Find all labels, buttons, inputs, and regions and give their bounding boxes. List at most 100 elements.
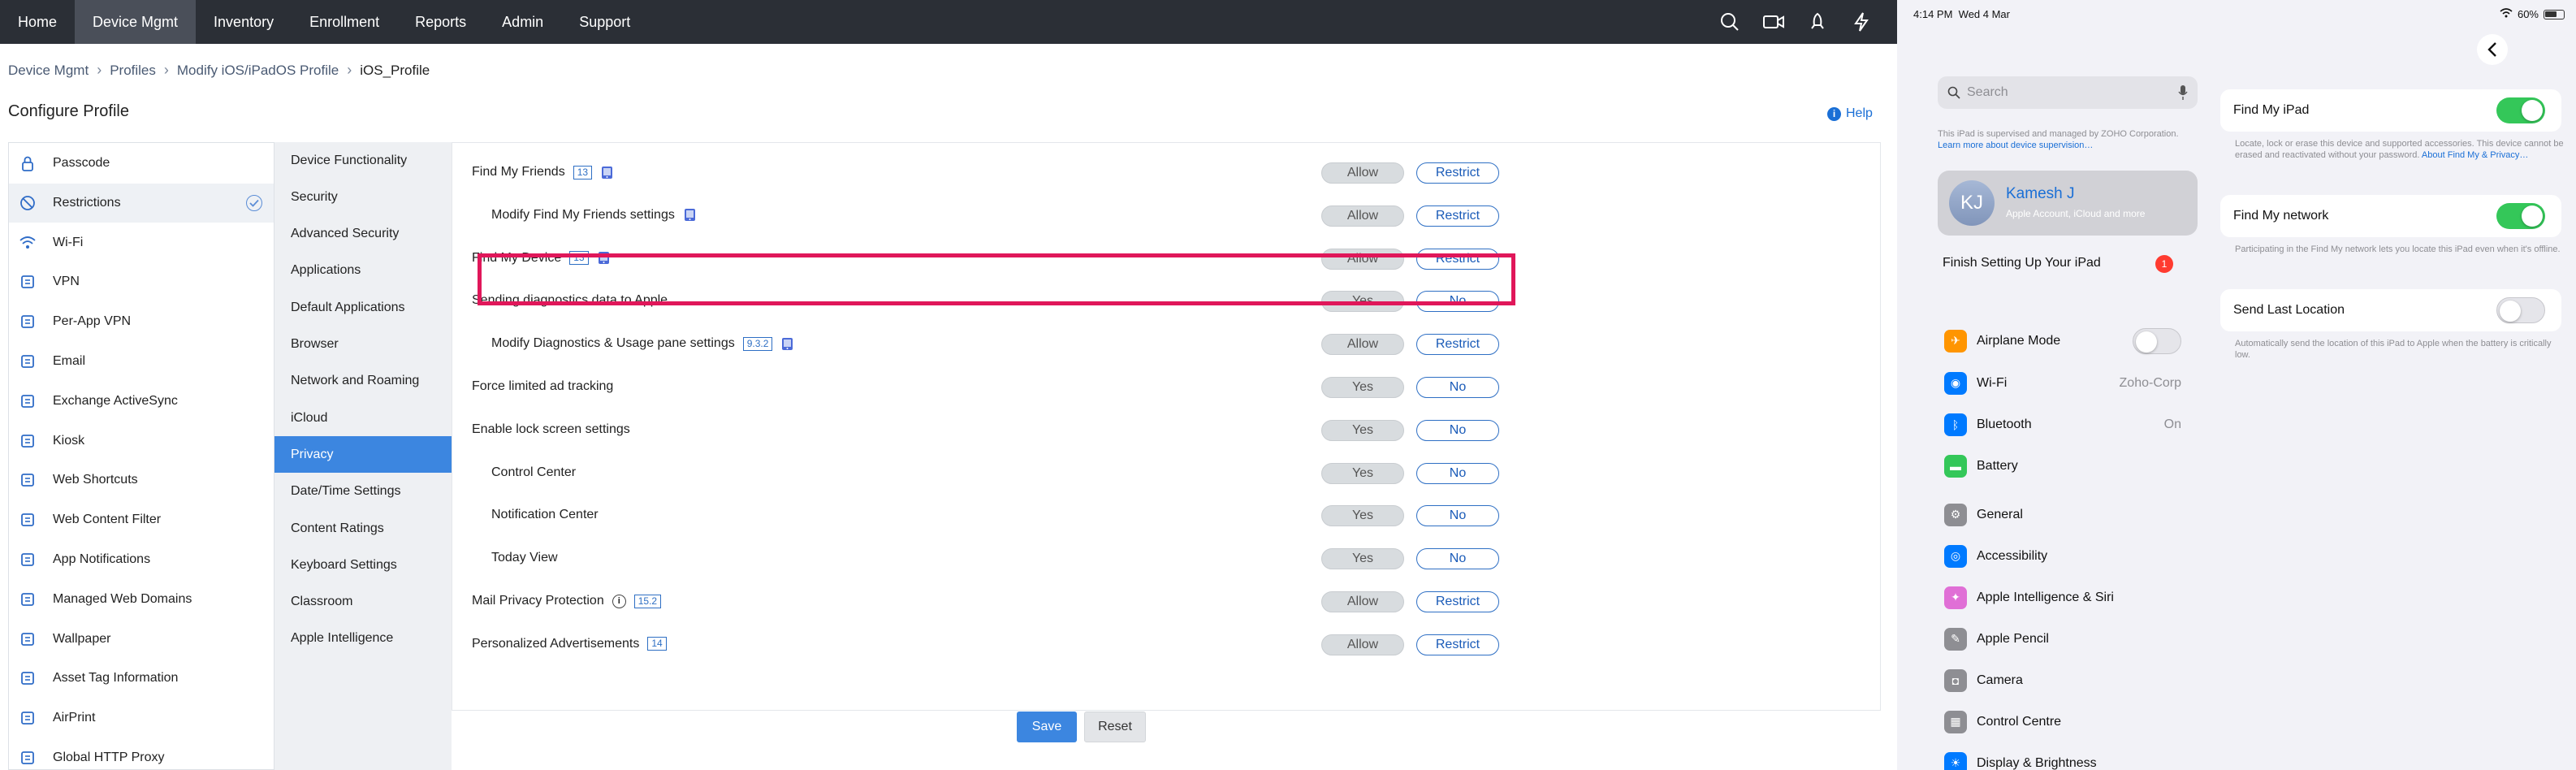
allow-button[interactable]: Allow xyxy=(1321,634,1404,655)
video-icon[interactable] xyxy=(1762,11,1785,33)
nav-tab-device-mgmt[interactable]: Device Mgmt xyxy=(75,0,197,44)
wallpaper-icon xyxy=(19,630,37,648)
status-right: 60% xyxy=(2500,8,2565,20)
restrict-button[interactable]: Restrict xyxy=(1416,634,1499,655)
payload-item-per-app-vpn[interactable]: Per-App VPN xyxy=(9,302,274,341)
payload-item-global-http-proxy[interactable]: Global HTTP Proxy xyxy=(9,738,274,770)
payload-item-app-notifications[interactable]: App Notifications xyxy=(9,540,274,579)
category-item-keyboard-settings[interactable]: Keyboard Settings xyxy=(274,547,452,583)
settings-item-display-brightness[interactable]: ☀ Display & Brightness xyxy=(1938,742,2198,770)
no-button[interactable]: No xyxy=(1416,505,1499,527)
nav-tab-reports[interactable]: Reports xyxy=(397,0,484,44)
payload-item-asset-tag-information[interactable]: Asset Tag Information xyxy=(9,659,274,698)
category-item-security[interactable]: Security xyxy=(274,179,452,215)
category-item-device-functionality[interactable]: Device Functionality xyxy=(274,142,452,179)
restriction-label-group: Mail Privacy Protection i 15.2 xyxy=(472,594,662,608)
nav-tab-inventory[interactable]: Inventory xyxy=(196,0,292,44)
find-my-network-toggle[interactable] xyxy=(2496,203,2545,229)
category-item-date-time-settings[interactable]: Date/Time Settings xyxy=(274,474,452,510)
back-button[interactable] xyxy=(2477,34,2508,65)
category-item-network-and-roaming[interactable]: Network and Roaming xyxy=(274,363,452,400)
settings-item-wi-fi[interactable]: ◉ Wi-Fi Zoho-Corp xyxy=(1938,362,2198,404)
breadcrumb-item[interactable]: Profiles xyxy=(110,63,156,79)
yes-button[interactable]: Yes xyxy=(1321,548,1404,570)
settings-item-accessibility[interactable]: ◎ Accessibility xyxy=(1938,535,2198,577)
find-my-ipad-toggle[interactable] xyxy=(2496,97,2545,123)
restrict-button[interactable]: Restrict xyxy=(1416,205,1499,227)
no-button[interactable]: No xyxy=(1416,548,1499,570)
yes-button[interactable]: Yes xyxy=(1321,419,1404,441)
category-item-apple-intelligence[interactable]: Apple Intelligence xyxy=(274,621,452,657)
settings-item-bluetooth[interactable]: ᛒ Bluetooth On xyxy=(1938,404,2198,445)
restriction-label: Today View xyxy=(491,551,558,565)
settings-item-apple-pencil[interactable]: ✎ Apple Pencil xyxy=(1938,618,2198,660)
allow-button[interactable]: Allow xyxy=(1321,205,1404,227)
rocket-icon[interactable] xyxy=(1806,11,1829,33)
breadcrumb-item[interactable]: Modify iOS/iPadOS Profile xyxy=(177,63,339,79)
save-button[interactable]: Save xyxy=(1017,712,1077,742)
payload-item-wi-fi[interactable]: Wi-Fi xyxy=(9,223,274,262)
restriction-row: Find My Friends 13 Allow Restrict xyxy=(452,152,1882,194)
settings-search-input[interactable]: Search xyxy=(1938,76,2198,109)
airplane-mode-toggle[interactable] xyxy=(2133,328,2181,354)
settings-item-apple-intelligence-siri[interactable]: ✦ Apple Intelligence & Siri xyxy=(1938,577,2198,618)
nav-tab-enrollment[interactable]: Enrollment xyxy=(292,0,397,44)
info-icon[interactable]: i xyxy=(612,594,626,608)
payload-item-managed-web-domains[interactable]: Managed Web Domains xyxy=(9,580,274,619)
proxy-icon xyxy=(19,749,37,767)
settings-item-general[interactable]: ⚙ General xyxy=(1938,494,2198,535)
settings-item-camera[interactable]: ◘ Camera xyxy=(1938,660,2198,701)
category-sidebar: Device Functionality Security Advanced Sec… xyxy=(274,142,452,770)
restrict-button[interactable]: Restrict xyxy=(1416,162,1499,184)
yes-button[interactable]: Yes xyxy=(1321,377,1404,398)
search-icon[interactable] xyxy=(1718,11,1741,33)
category-item-default-applications[interactable]: Default Applications xyxy=(274,289,452,326)
supervision-link[interactable]: Learn more about device supervision… xyxy=(1938,141,2093,150)
payload-item-wallpaper[interactable]: Wallpaper xyxy=(9,620,274,659)
category-item-content-ratings[interactable]: Content Ratings xyxy=(274,510,452,547)
bolt-icon[interactable] xyxy=(1850,11,1873,33)
nav-tab-admin[interactable]: Admin xyxy=(484,0,561,44)
allow-button[interactable]: Allow xyxy=(1321,591,1404,612)
payload-item-email[interactable]: Email xyxy=(9,342,274,381)
no-button[interactable]: No xyxy=(1416,462,1499,484)
payload-item-web-content-filter[interactable]: Web Content Filter xyxy=(9,500,274,539)
payload-item-vpn[interactable]: VPN xyxy=(9,262,274,301)
no-button[interactable]: No xyxy=(1416,377,1499,398)
payload-item-passcode[interactable]: Passcode xyxy=(9,144,274,183)
payload-item-restrictions[interactable]: Restrictions xyxy=(9,183,274,223)
payload-item-exchange-activesync[interactable]: Exchange ActiveSync xyxy=(9,382,274,421)
settings-item-battery[interactable]: ▬ Battery xyxy=(1938,445,2198,487)
help-link[interactable]: i Help xyxy=(1827,106,1873,121)
category-item-advanced-security[interactable]: Advanced Security xyxy=(274,216,452,253)
restrict-button[interactable]: Restrict xyxy=(1416,591,1499,612)
ios-version-badge: 13 xyxy=(573,165,593,180)
allow-button[interactable]: Allow xyxy=(1321,334,1404,356)
yes-button[interactable]: Yes xyxy=(1321,462,1404,484)
category-item-classroom[interactable]: Classroom xyxy=(274,584,452,621)
payload-item-kiosk[interactable]: Kiosk xyxy=(9,422,274,461)
category-item-browser[interactable]: Browser xyxy=(274,327,452,363)
send-last-location-note: Automatically send the location of this … xyxy=(2235,339,2552,360)
payload-item-airprint[interactable]: AirPrint xyxy=(9,699,274,738)
category-item-applications[interactable]: Applications xyxy=(274,253,452,289)
nav-tab-home[interactable]: Home xyxy=(0,0,75,44)
settings-item-airplane-mode[interactable]: ✈ Airplane Mode xyxy=(1938,320,2198,361)
category-item-privacy[interactable]: Privacy xyxy=(274,436,452,474)
restrict-button[interactable]: Restrict xyxy=(1416,334,1499,356)
find-my-privacy-link[interactable]: About Find My & Privacy… xyxy=(2422,150,2528,160)
finish-setup[interactable]: Finish Setting Up Your iPad 1 xyxy=(1938,247,2198,279)
apple-account[interactable]: KJ Kamesh J Apple Account, iCloud and mo… xyxy=(1938,171,2198,236)
yes-button[interactable]: Yes xyxy=(1321,505,1404,527)
payload-item-web-shortcuts[interactable]: Web Shortcuts xyxy=(9,461,274,500)
reset-button[interactable]: Reset xyxy=(1084,712,1146,742)
nav-tab-support[interactable]: Support xyxy=(561,0,648,44)
no-button[interactable]: No xyxy=(1416,419,1499,441)
payload-item-label: App Notifications xyxy=(53,552,151,566)
allow-button[interactable]: Allow xyxy=(1321,162,1404,184)
send-last-location-toggle[interactable] xyxy=(2496,297,2545,323)
breadcrumb-item[interactable]: Device Mgmt xyxy=(8,63,89,79)
category-item-icloud[interactable]: iCloud xyxy=(274,400,452,436)
microphone-icon[interactable] xyxy=(2178,84,2188,101)
settings-item-control-centre[interactable]: ▦ Control Centre xyxy=(1938,701,2198,742)
